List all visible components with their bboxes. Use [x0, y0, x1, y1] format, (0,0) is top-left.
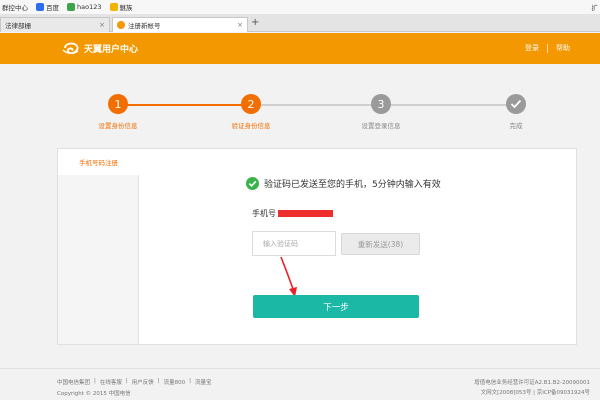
divider — [547, 43, 548, 53]
footer-link[interactable]: 中国电信集团 — [57, 378, 90, 386]
next-step-button[interactable]: 下一步 — [253, 295, 419, 318]
phone-row: 手机号 — [252, 208, 333, 219]
help-link[interactable]: 帮助 — [556, 43, 570, 53]
step-2-label: 验证身份信息 — [231, 122, 271, 130]
meizu-icon — [109, 3, 118, 11]
step-connector — [118, 104, 251, 106]
logo-icon — [62, 42, 79, 55]
copyright: Copyright © 2015 中国电信 — [57, 391, 131, 397]
notice-text: 验证码已发送至您的手机，5分钟内输入有效 — [264, 180, 441, 190]
site-header: 天翼用户中心 登录 帮助 — [0, 33, 600, 64]
step-complete-circle — [506, 94, 526, 114]
footer-separator: | — [189, 378, 191, 384]
tab-label: 注册新帐号 — [128, 22, 161, 30]
bookmark-item[interactable]: 群控中心 — [2, 2, 28, 12]
hao123-icon — [67, 3, 75, 11]
site-favicon-icon — [117, 21, 125, 29]
bookmark-item[interactable]: 百度 — [36, 2, 59, 12]
success-check-icon — [246, 177, 259, 190]
step-1-label: 设置身份信息 — [98, 122, 138, 130]
logo-text: 天翼用户中心 — [84, 44, 139, 55]
resend-button[interactable]: 重新发送(38) — [341, 233, 420, 255]
bookmark-label: 百度 — [46, 4, 59, 12]
footer-link[interactable]: 用户反馈 — [132, 378, 154, 386]
bookmark-label: 魅族 — [119, 4, 133, 12]
footer-separator: | — [125, 378, 128, 384]
header-links: 登录 帮助 — [525, 43, 570, 53]
license-line: 文网文[2008]053号 | 京ICP备09031924号 — [480, 390, 590, 396]
bookmark-label: hao123 — [77, 3, 102, 11]
footer-separator: | — [94, 378, 96, 384]
login-link[interactable]: 登录 — [525, 43, 539, 53]
extensions-menu[interactable]: 扩 — [592, 2, 599, 12]
footer-link[interactable]: 流量宝 — [195, 378, 212, 386]
phone-number-redacted — [278, 210, 333, 217]
tab-inactive[interactable]: 法律部栅 × — [0, 17, 110, 32]
phone-label: 手机号 — [252, 209, 276, 218]
bookmark-item[interactable]: 魅族 — [109, 2, 133, 12]
bookmarks-bar: 群控中心 百度 hao123 魅族 扩 — [0, 0, 600, 14]
step-3-label: 设置登录信息 — [361, 122, 401, 130]
sent-notice: 验证码已发送至您的手机，5分钟内输入有效 — [246, 177, 441, 190]
tab-phone-registration[interactable]: 手机号码注册 — [58, 149, 139, 175]
close-icon[interactable]: × — [99, 21, 105, 29]
verification-code-input[interactable] — [252, 231, 336, 256]
tab-bar: 法律部栅 × 注册新帐号 × + — [0, 14, 600, 32]
footer-link[interactable]: 在线客服 — [100, 378, 122, 386]
new-tab-button[interactable]: + — [251, 17, 259, 28]
step-4-label: 完成 — [509, 122, 523, 130]
step-2-circle: 2 — [241, 94, 261, 114]
footer-divider — [0, 368, 600, 369]
panel-sidebar: 手机号码注册 — [58, 149, 139, 344]
footer-link[interactable]: 流量800 — [164, 378, 186, 386]
baidu-icon — [36, 3, 44, 11]
close-icon[interactable]: × — [237, 21, 243, 29]
license-line: 增值电信业务经营许可证A2.B1.B2-20090001 — [474, 380, 590, 386]
tab-label: 法律部栅 — [5, 22, 31, 30]
step-3-circle: 3 — [371, 94, 391, 114]
checkmark-icon — [510, 99, 522, 109]
footer-links: 中国电信集团 | 在线客服 | 用户反馈 | 流量800 | 流量宝 — [57, 378, 212, 386]
bookmark-item[interactable]: hao123 — [67, 3, 102, 11]
license-info: 增值电信业务经营许可证A2.B1.B2-20090001 文网文[2008]05… — [474, 378, 590, 398]
site-logo[interactable]: 天翼用户中心 — [62, 41, 138, 55]
bookmark-label: 群控中心 — [2, 4, 28, 12]
tab-active[interactable]: 注册新帐号 × — [112, 17, 248, 32]
footer-separator: | — [157, 378, 160, 384]
step-1-circle: 1 — [108, 94, 128, 114]
annotation-arrow-icon — [280, 256, 297, 297]
